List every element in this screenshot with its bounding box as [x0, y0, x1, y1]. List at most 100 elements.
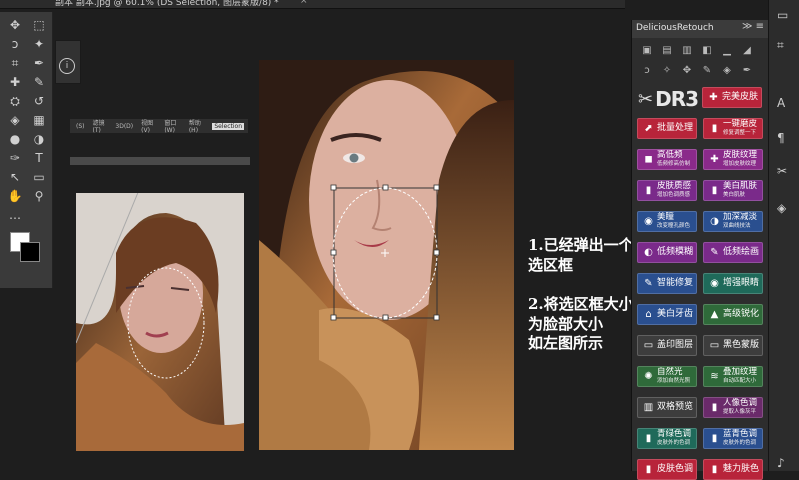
- pin-icon[interactable]: ✒: [740, 64, 754, 78]
- main-canvas-photo[interactable]: [259, 60, 514, 450]
- rect-select-icon[interactable]: ▣: [640, 44, 654, 58]
- retouch-button-10[interactable]: ✎ 低频绘画: [703, 242, 763, 263]
- retouch-button-label: 高低频 低频修高仿制: [657, 149, 690, 169]
- retouch-button-subtitle: 美白肌肤: [723, 191, 746, 198]
- retouch-button-4[interactable]: ✚ 皮肤纹理 增加皮肤纹理: [703, 149, 763, 170]
- eyedropper-icon[interactable]: ✒: [28, 54, 50, 72]
- retouch-button-18[interactable]: ≋ 叠加纹理 自动匹配大小: [703, 366, 763, 387]
- annotation-step2-line3: 如左图所示: [528, 334, 604, 352]
- brush-icon[interactable]: ✎: [28, 73, 50, 91]
- retouch-button-title: 自然光: [657, 366, 683, 377]
- mask-icon[interactable]: ◧: [700, 44, 714, 58]
- retouch-button-subtitle: 提取人像灰平: [723, 408, 757, 415]
- retouch-button-22[interactable]: ▮ 蓝青色调 皮肤外的色调: [703, 428, 763, 449]
- retouch-button-icon: ▭: [643, 340, 654, 351]
- zoom-icon[interactable]: ⚲: [28, 187, 50, 205]
- retouch-button-title: 黑色蒙版: [723, 340, 760, 350]
- retouch-button-label: 美白肌肤 美白肌肤: [723, 181, 757, 200]
- wand-small-icon[interactable]: ✧: [660, 64, 674, 78]
- retouch-button-14[interactable]: ▲ 高级锐化: [703, 304, 763, 325]
- history-brush-icon[interactable]: ↺: [28, 92, 50, 110]
- curves-icon[interactable]: ◢: [740, 44, 754, 58]
- crop-icon[interactable]: ⌗: [4, 54, 26, 72]
- background-color-swatch[interactable]: [20, 242, 40, 262]
- stamp-icon[interactable]: ⛭: [4, 92, 26, 110]
- retouch-button-6[interactable]: ▮ 美白肌肤 美白肌肤: [703, 180, 763, 201]
- retouch-button-label: 完美皮肤: [722, 93, 758, 102]
- fill-icon[interactable]: ▥: [680, 44, 694, 58]
- eraser-icon[interactable]: ◈: [4, 111, 26, 129]
- eraser-small-icon[interactable]: ◈: [720, 64, 734, 78]
- rectangle-icon[interactable]: ▭: [28, 168, 50, 186]
- embedded-menu-strip: (S) 滤镜(T) 3D(D) 视图(V) 窗口(W) 帮助(H) Selection: [70, 119, 248, 134]
- shape-icon[interactable]: ◈: [777, 201, 786, 215]
- magic-wand-icon[interactable]: ✦: [28, 35, 50, 53]
- retouch-button-icon: ▮: [645, 464, 652, 475]
- retouch-button-0[interactable]: ✚ 完美皮肤: [702, 87, 762, 108]
- dr3-logo: ✂ DR3: [638, 87, 699, 111]
- retouch-button-20[interactable]: ▮ 人像色调 提取人像灰平: [703, 397, 763, 418]
- pen-icon[interactable]: ✑: [4, 149, 26, 167]
- info-icon[interactable]: i: [59, 58, 75, 74]
- retouch-button-7[interactable]: ◉ 美瞳 改变瞳孔颜色: [637, 211, 697, 232]
- retouch-button-21[interactable]: ▮ 青绿色调 皮肤外的色调: [637, 428, 697, 449]
- annotation-step2-line2: 为脸部大小: [528, 315, 604, 333]
- tools-preset-icon[interactable]: ✂: [777, 164, 787, 178]
- gradient-tool-icon[interactable]: ▤: [660, 44, 674, 58]
- retouch-button-label: 蓝青色调 皮肤外的色调: [723, 429, 757, 448]
- embedded-menu-item: 窗口(W): [164, 120, 177, 134]
- retouch-button-17[interactable]: ✺ 自然光 添加自然光照: [637, 366, 697, 387]
- paragraph-icon[interactable]: ¶: [777, 131, 785, 145]
- retouch-button-19[interactable]: ▥ 双格预览: [637, 397, 697, 418]
- annotation-step1-line1: 1.已经弹出一个: [528, 236, 634, 254]
- move-icon[interactable]: ✥: [4, 16, 26, 34]
- panel-title[interactable]: DeliciousRetouch: [636, 23, 714, 33]
- retouch-button-icon: ▮: [711, 464, 718, 475]
- retouch-button-13[interactable]: ⌂ 美白牙齿: [637, 304, 697, 325]
- screen-mode-icon[interactable]: ▭: [777, 8, 788, 22]
- retouch-button-subtitle: 自动匹配大小: [723, 377, 757, 384]
- dodge-icon[interactable]: ◑: [28, 130, 50, 148]
- retouch-button-2[interactable]: ▮ 一键磨皮 修复调整一下: [703, 118, 763, 139]
- scissors-icon: ✂: [638, 88, 654, 110]
- healing-icon[interactable]: ✚: [4, 73, 26, 91]
- retouch-button-3[interactable]: ◼ 高低频 低频修高仿制: [637, 149, 697, 170]
- retouch-button-15[interactable]: ▭ 盖印图层: [637, 335, 697, 356]
- levels-icon[interactable]: ▁: [720, 44, 734, 58]
- retouch-button-8[interactable]: ◑ 加深减淡 双曲线技法: [703, 211, 763, 232]
- gradient-icon[interactable]: ▦: [28, 111, 50, 129]
- grid-icon[interactable]: ⌗: [777, 38, 784, 53]
- panel-menu-icon[interactable]: ≫ ≡: [742, 21, 764, 32]
- retouch-button-5[interactable]: ▮ 皮肤质感 增加色调质感: [637, 180, 697, 201]
- retouch-button-1[interactable]: ⬈ 批量处理: [637, 118, 697, 139]
- brush-small-icon[interactable]: ✎: [700, 64, 714, 78]
- retouch-button-12[interactable]: ◉ 增强眼睛: [703, 273, 763, 294]
- character-icon[interactable]: A: [777, 96, 785, 110]
- lasso-icon[interactable]: ↄ: [4, 35, 26, 53]
- more-icon[interactable]: …: [4, 206, 26, 224]
- blur-icon[interactable]: ●: [4, 130, 26, 148]
- retouch-button-title: 魅力肤色: [723, 464, 760, 474]
- path-select-icon[interactable]: ↖: [4, 168, 26, 186]
- retouch-button-16[interactable]: ▭ 黑色蒙版: [703, 335, 763, 356]
- audio-icon[interactable]: ♪: [777, 456, 785, 470]
- retouch-button-title: 高低频: [657, 149, 683, 160]
- type-icon[interactable]: T: [28, 149, 50, 167]
- retouch-button-23[interactable]: ▮ 皮肤色调: [637, 459, 697, 480]
- retouch-button-title: 双格预览: [657, 402, 694, 412]
- retouch-button-label: 美瞳 改变瞳孔颜色: [657, 212, 690, 231]
- tab-close-icon[interactable]: ×: [300, 0, 308, 6]
- lasso-small-icon[interactable]: ↄ: [640, 64, 654, 78]
- retouch-button-icon: ◑: [710, 216, 719, 227]
- transform-icon[interactable]: ✥: [680, 64, 694, 78]
- document-tab-title[interactable]: 副本 副本.jpg @ 60.1% (DS Selection, 图层蒙版/8)…: [55, 0, 279, 8]
- retouch-button-24[interactable]: ▮ 魅力肤色: [703, 459, 763, 480]
- marquee-icon[interactable]: ⬚: [28, 16, 50, 34]
- hand-icon[interactable]: ✋: [4, 187, 26, 205]
- retouch-button-9[interactable]: ◐ 低频模糊: [637, 242, 697, 263]
- retouch-button-11[interactable]: ✎ 智能修复: [637, 273, 697, 294]
- selection-badge: Selection: [212, 122, 244, 130]
- embedded-menu-item: 3D(D): [115, 122, 134, 130]
- retouch-button-icon: ▮: [645, 185, 652, 196]
- color-swatches[interactable]: [10, 232, 40, 262]
